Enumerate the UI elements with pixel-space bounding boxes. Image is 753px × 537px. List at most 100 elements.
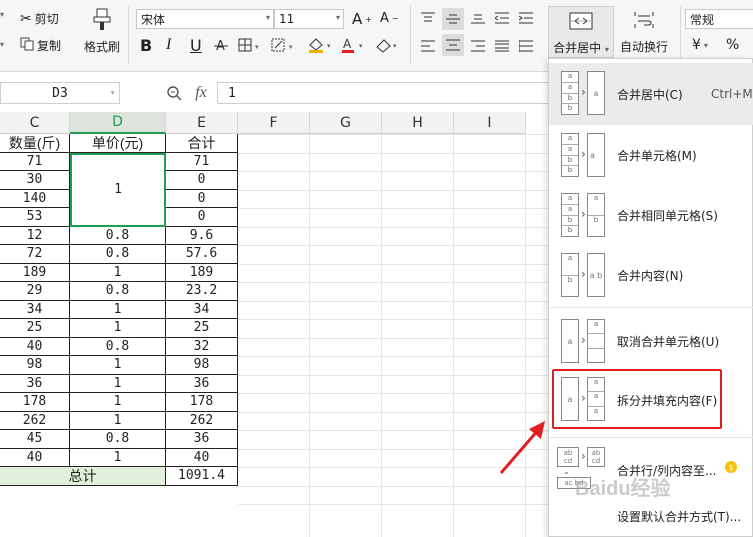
bold-button[interactable]: B (140, 36, 152, 55)
font-size-select[interactable]: 11 ▾ (274, 9, 344, 29)
align-left-icon[interactable] (418, 36, 438, 56)
table-header-cell[interactable]: 单价(元) (70, 134, 166, 153)
table-cell[interactable]: 36 (166, 374, 238, 393)
font-color-icon[interactable]: A ▾ (340, 36, 370, 54)
table-cell[interactable]: 57.6 (166, 245, 238, 264)
column-header-d[interactable]: D (70, 112, 166, 134)
table-cell[interactable]: 0.8 (70, 226, 166, 245)
table-cell[interactable]: 262 (0, 411, 70, 430)
eraser-icon[interactable]: ▾ (374, 36, 404, 54)
table-cell[interactable]: 12 (0, 226, 70, 245)
font-name-select[interactable]: 宋体 ▾ (136, 9, 274, 29)
number-format-select[interactable]: 常规 (685, 9, 753, 29)
insert-function-button[interactable]: fx (190, 82, 212, 104)
auto-wrap-button[interactable]: 自动换行 (620, 8, 668, 55)
italic-button[interactable]: I (166, 36, 171, 54)
total-label-cell[interactable]: 总计 (0, 467, 166, 486)
format-painter-button[interactable]: 格式刷 (84, 8, 120, 55)
table-cell[interactable]: 30 (0, 171, 70, 190)
table-cell[interactable]: 1 (70, 300, 166, 319)
table-cell[interactable]: 0 (166, 171, 238, 190)
table-cell[interactable]: 1 (70, 319, 166, 338)
table-cell[interactable]: 1 (70, 393, 166, 412)
table-cell[interactable]: 178 (166, 393, 238, 412)
table-cell[interactable]: 25 (0, 319, 70, 338)
align-center-icon[interactable] (442, 34, 464, 56)
column-header-c[interactable]: C (0, 112, 70, 134)
menu-item-merge-center[interactable]: aabb › a 合并居中(C) Ctrl+M (549, 63, 753, 125)
total-value-cell[interactable]: 1091.4 (166, 467, 238, 486)
paste-arrow-icon[interactable]: ▾ (0, 10, 4, 19)
table-cell[interactable]: 189 (166, 263, 238, 282)
table-cell[interactable]: 1 (70, 356, 166, 375)
table-cell[interactable]: 29 (0, 282, 70, 301)
table-cell[interactable]: 98 (0, 356, 70, 375)
merged-cell-selected[interactable]: 1 (70, 152, 166, 227)
table-cell[interactable]: 53 (0, 208, 70, 227)
table-cell[interactable]: 9.6 (166, 226, 238, 245)
column-header-g[interactable]: G (310, 112, 382, 134)
table-cell[interactable]: 262 (166, 411, 238, 430)
distributed-align-icon[interactable] (516, 36, 536, 56)
table-header-cell[interactable]: 数量(斤) (0, 134, 70, 153)
table-cell[interactable]: 34 (166, 300, 238, 319)
cut-button[interactable]: ✂ 剪切 (20, 10, 59, 27)
column-header-f[interactable]: F (238, 112, 310, 134)
column-header-h[interactable]: H (382, 112, 454, 134)
dropdown-arrow-icon[interactable]: ▾ (0, 40, 4, 49)
underline-button[interactable]: U (190, 36, 202, 55)
table-cell[interactable]: 71 (166, 152, 238, 171)
table-cell[interactable]: 72 (0, 245, 70, 264)
justify-icon[interactable] (492, 36, 512, 56)
table-cell[interactable]: 25 (166, 319, 238, 338)
fill-pattern-icon[interactable]: ▾ (270, 36, 300, 54)
menu-item-merge-content[interactable]: ab › a b 合并内容(N) (549, 245, 753, 305)
table-cell[interactable]: 34 (0, 300, 70, 319)
table-cell[interactable]: 0.8 (70, 245, 166, 264)
strikethrough-icon[interactable]: A (212, 36, 230, 54)
column-header-e[interactable]: E (166, 112, 238, 134)
grow-font-button[interactable]: A + (352, 10, 372, 28)
indent-decrease-icon[interactable] (492, 8, 512, 28)
merge-center-button[interactable]: 合并居中 ▾ (548, 6, 614, 58)
align-bottom-icon[interactable] (468, 8, 488, 28)
zoom-search-icon[interactable] (164, 83, 184, 103)
indent-increase-icon[interactable] (516, 8, 536, 28)
align-top-icon[interactable] (418, 8, 438, 28)
align-right-icon[interactable] (468, 36, 488, 56)
table-cell[interactable]: 40 (0, 448, 70, 467)
table-cell[interactable]: 23.2 (166, 282, 238, 301)
table-cell[interactable]: 1 (70, 448, 166, 467)
table-cell[interactable]: 36 (0, 374, 70, 393)
table-cell[interactable]: 178 (0, 393, 70, 412)
align-middle-icon[interactable] (442, 8, 464, 30)
name-box[interactable]: D3 ▾ (0, 82, 120, 104)
table-cell[interactable]: 0 (166, 208, 238, 227)
table-header-cell[interactable]: 合计 (166, 134, 238, 153)
borders-icon[interactable]: ▾ (237, 36, 265, 54)
column-header-i[interactable]: I (454, 112, 526, 134)
table-cell[interactable]: 1 (70, 263, 166, 282)
table-cell[interactable]: 140 (0, 189, 70, 208)
table-cell[interactable]: 189 (0, 263, 70, 282)
table-cell[interactable]: 71 (0, 152, 70, 171)
menu-item-merge-cells[interactable]: aabb › a 合并单元格(M) (549, 125, 753, 185)
menu-item-default-merge[interactable]: 设置默认合并方式(T)... (549, 499, 753, 533)
table-cell[interactable]: 45 (0, 430, 70, 449)
table-cell[interactable]: 40 (0, 337, 70, 356)
table-cell[interactable]: 0.8 (70, 430, 166, 449)
copy-button[interactable]: 复制 (20, 37, 61, 54)
currency-format-button[interactable]: ¥ ▾ (692, 37, 708, 53)
table-cell[interactable]: 36 (166, 430, 238, 449)
table-cell[interactable]: 1 (70, 411, 166, 430)
menu-item-unmerge[interactable]: a › a 取消合并单元格(U) (549, 313, 753, 369)
shrink-font-button[interactable]: A − (380, 11, 399, 26)
menu-item-merge-same-cells[interactable]: aabb › ab 合并相同单元格(S) (549, 185, 753, 245)
percent-format-button[interactable]: % (726, 37, 739, 53)
table-cell[interactable]: 1 (70, 374, 166, 393)
table-cell[interactable]: 0 (166, 189, 238, 208)
table-cell[interactable]: 40 (166, 448, 238, 467)
table-cell[interactable]: 98 (166, 356, 238, 375)
table-cell[interactable]: 0.8 (70, 337, 166, 356)
table-cell[interactable]: 32 (166, 337, 238, 356)
